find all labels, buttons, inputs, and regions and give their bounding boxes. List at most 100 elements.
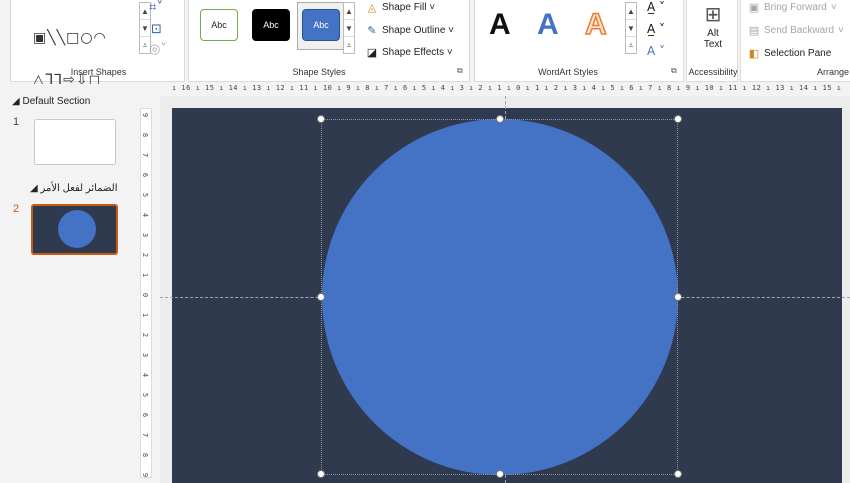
scroll-up-icon[interactable]: ▲ [344,3,354,20]
scroll-down-icon[interactable]: ▼ [626,20,636,37]
resize-handle-top[interactable] [496,115,504,123]
text-box-icon[interactable]: ⊡ [151,22,162,37]
ruler-tick-label: 3 [141,352,150,358]
selection-pane-label: Selection Pane [764,48,832,59]
slide-thumbnail-2[interactable] [31,204,118,255]
edit-shape-icon[interactable]: ⌗˅ [149,0,163,15]
bring-forward-label: Bring Forward [764,2,827,13]
pen-outline-icon: ✎ [367,24,377,37]
shape-styles-scroll[interactable]: ▲ ▼ ⩡ [343,2,355,54]
thumbnail-circle [58,210,96,248]
resize-handle-top-right[interactable] [674,115,682,123]
ruler-tick-label: 4 [141,372,150,378]
resize-handle-bottom-right[interactable] [674,470,682,478]
group-label-shape-styles: Shape Styles [292,67,346,77]
ruler-tick-label: 8 [141,132,150,138]
horizontal-ruler: ı 16 ı 15 ı 14 ı 13 ı 12 ı 11 ı 10 ı 9 ı… [172,84,844,92]
slide-number: 2 [13,203,20,215]
scroll-up-icon[interactable]: ▲ [626,3,636,20]
selection-pane-button[interactable]: ◧ Selection Pane [747,47,831,60]
ruler-tick-label: 5 [141,392,150,398]
shape-outline-button[interactable]: ✎ Shape Outline ˅ [365,24,454,37]
wordart-style-blue[interactable]: A [537,8,559,42]
dialog-launcher-icon[interactable]: ⧉ [457,66,463,76]
send-backward-button[interactable]: ▤ Send Backward ˅ [747,24,844,37]
alt-text-button[interactable]: ⊞ Alt Text [687,2,739,50]
wordart-style-orange-outline[interactable]: A [584,7,607,42]
group-label-accessibility: Accessibility [688,67,738,77]
merge-shapes-icon[interactable]: ◎˅ [149,42,167,57]
shape-styles-group: Abc Abc Abc ▲ ▼ ⩡ ◬ Shape Fill ˅ ✎ Shape… [188,0,470,82]
ruler-tick-label: 2 [141,332,150,338]
selection-pane-icon: ◧ [748,47,760,60]
shape-style-swatch-wrap[interactable]: Abc [247,4,295,46]
wordart-scroll[interactable]: ▲ ▼ ⩡ [625,2,637,54]
ribbon: ▣╲╲□○◠ △ᒣ⅂⇨⇩◻ ᘓ⌒╲{ }☆ ▲ ▼ ⩡ ⌗˅ ⊡ ◎˅ Inse… [0,0,850,129]
shape-outline-label: Shape Outline ˅ [382,25,454,36]
group-label-wordart-styles: WordArt Styles [538,67,598,77]
paint-bucket-icon: ◬ [367,1,377,14]
ruler-tick-label: 3 [141,232,150,238]
resize-handle-bottom[interactable] [496,470,504,478]
ruler-tick-label: 1 [141,312,150,318]
shape-effects-label: Shape Effects ˅ [382,47,453,58]
shape-fill-button[interactable]: ◬ Shape Fill ˅ [365,1,435,14]
more-icon[interactable]: ⩡ [344,37,354,54]
ruler-tick-label: 7 [141,152,150,158]
send-backward-label: Send Backward [764,25,835,36]
shape-style-swatch-wrap[interactable]: Abc [297,2,345,50]
ruler-tick-label: 9 [141,112,150,118]
shapes-gallery-row[interactable]: ▣╲╲□○◠ [33,31,155,45]
scroll-down-icon[interactable]: ▼ [344,20,354,37]
shape-style-swatch-wrap[interactable]: Abc [195,4,243,46]
vertical-ruler: 9 8 7 6 5 4 3 2 1 0 1 2 3 4 5 6 7 8 9 [140,108,152,478]
group-label-insert-shapes: Insert Shapes [70,67,127,77]
ruler-tick-label: 2 [141,252,150,258]
ruler-tick-label: 0 [141,292,150,298]
chevron-down-icon: ˅ [830,2,837,13]
shape-effects-button[interactable]: ◪ Shape Effects ˅ [365,46,453,59]
ruler-tick-label: 1 [141,272,150,278]
text-outline-icon[interactable]: A̲ ˅ [647,22,665,36]
resize-handle-right[interactable] [674,293,682,301]
group-label-arrange: Arrange [817,67,850,77]
bring-forward-button[interactable]: ▣ Bring Forward ˅ [747,1,837,14]
slide-thumbnail-pane: ◢ Default Section 1 الضمائر لفعل الأمر ◢… [0,84,135,483]
text-effects-icon[interactable]: A ˅ [647,44,665,58]
resize-handle-top-left[interactable] [317,115,325,123]
ruler-tick-label: 8 [141,452,150,458]
chevron-down-icon: ˅ [838,25,844,36]
effects-icon: ◪ [366,46,378,59]
resize-handle-bottom-left[interactable] [317,470,325,478]
shape-style-swatch[interactable]: Abc [302,9,340,41]
accessibility-group: ⊞ Alt Text Accessibility [686,0,738,82]
bring-forward-icon: ▣ [748,1,760,14]
alt-text-label-2: Text [703,39,723,50]
text-fill-icon[interactable]: A̲ ˅ [647,0,665,14]
ruler-tick-label: 9 [141,472,150,478]
resize-handle-left[interactable] [317,293,325,301]
ruler-tick-label: 6 [141,412,150,418]
insert-shapes-group: ▣╲╲□○◠ △ᒣ⅂⇨⇩◻ ᘓ⌒╲{ }☆ ▲ ▼ ⩡ ⌗˅ ⊡ ◎˅ Inse… [10,0,185,129]
alt-text-label-1: Alt [707,28,719,39]
shape-style-swatch[interactable]: Abc [252,9,290,41]
selection-box [321,119,678,475]
section-header-default[interactable]: ◢ Default Section [12,96,90,107]
dialog-launcher-icon[interactable]: ⧉ [671,66,677,76]
arrange-group: ▣ Bring Forward ˅ ▤ Send Backward ˅ ◧ Se… [740,0,850,82]
ruler-tick-label: 7 [141,432,150,438]
scroll-down-icon[interactable]: ▼ [140,20,150,37]
wordart-style-plain[interactable]: A [489,8,511,42]
send-backward-icon: ▤ [748,24,760,37]
ruler-tick-label: 4 [141,212,150,218]
slide-number: 1 [13,116,20,128]
slide-thumbnail-1[interactable] [34,119,116,165]
ruler-tick-label: 6 [141,172,150,178]
more-icon[interactable]: ⩡ [626,37,636,54]
alt-text-icon: ⊞ [704,2,722,26]
ruler-tick-label: 5 [141,192,150,198]
section-header-arabic[interactable]: الضمائر لفعل الأمر ◢ [30,183,122,194]
wordart-styles-group: A A A ▲ ▼ ⩡ A̲ ˅ A̲ ˅ A ˅ WordArt Styles… [474,0,684,82]
shape-fill-label: Shape Fill ˅ [382,2,436,13]
shape-style-swatch[interactable]: Abc [200,9,238,41]
